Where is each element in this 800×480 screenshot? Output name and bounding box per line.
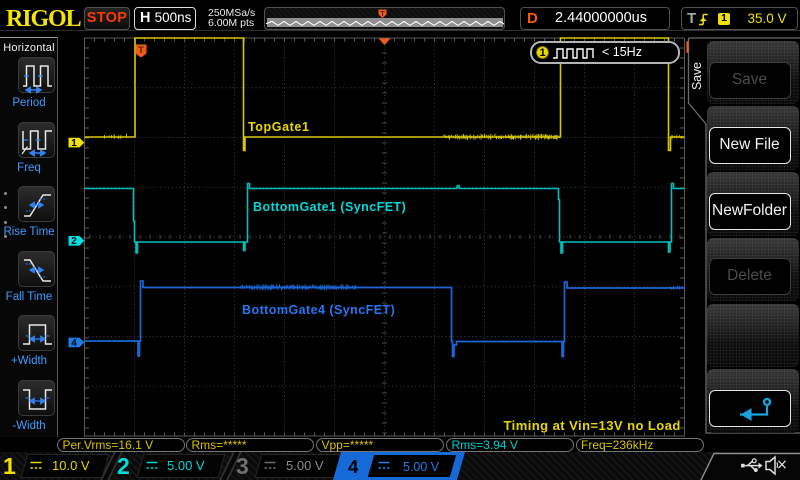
svg-text:4: 4 bbox=[71, 338, 77, 349]
svg-text:T: T bbox=[380, 9, 385, 18]
svg-text:2: 2 bbox=[71, 236, 77, 247]
svg-text:T: T bbox=[138, 45, 144, 56]
svg-text:1: 1 bbox=[71, 138, 77, 149]
svg-text:Save: Save bbox=[690, 62, 704, 90]
